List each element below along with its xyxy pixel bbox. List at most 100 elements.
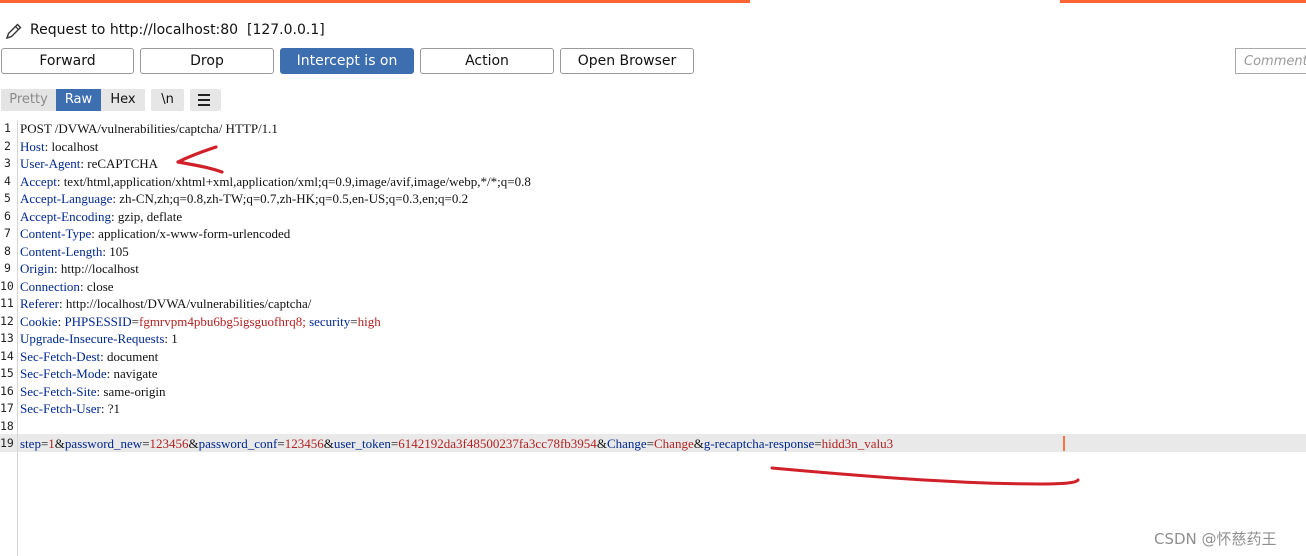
tab-raw[interactable]: Raw [56,89,101,111]
header-key: Origin [20,261,54,276]
tab-pretty[interactable]: Pretty [1,89,56,111]
action-button[interactable]: Action [420,48,554,74]
header-value: navigate [113,366,158,381]
cookie-name: security [309,313,351,329]
editor-menu-button[interactable] [190,89,221,111]
body-line: step=1&password_new=123456&password_conf… [20,436,894,451]
intercept-toggle-button[interactable]: Intercept is on [280,48,414,74]
header-key: Sec-Fetch-Mode [20,366,107,381]
header-value: text/html,application/xhtml+xml,applicat… [63,173,531,189]
text-caret [1063,436,1065,451]
request-title: Request to http://localhost:80 [127.0.0.… [30,22,325,38]
cookie-line: Cookie: PHPSESSID=fgmrvpm4pbu6bg5igsguof… [20,313,381,329]
param-name: g-recaptcha-response [703,436,815,451]
line-number: 2 [4,138,11,153]
line-number: 15 [0,366,14,380]
header-key: Upgrade-Insecure-Requests [20,331,165,346]
header-line: Sec-Fetch-Site: same-origin [20,383,166,399]
header-value: 105 [109,243,129,259]
header-line: Origin: http://localhost [20,261,139,276]
line-number: 11 [0,296,14,310]
header-line: Referer: http://localhost/DVWA/vulnerabi… [20,296,312,311]
param-name: password_conf [198,436,278,451]
line-number: 5 [4,191,11,205]
header-line: Sec-Fetch-Dest: document [20,348,159,364]
line-number: 13 [0,331,14,345]
header-line: Upgrade-Insecure-Requests: 1 [20,331,178,346]
header-value: gzip, deflate [117,208,183,224]
line-number: 9 [4,261,11,275]
header-key: Sec-Fetch-User [20,401,101,416]
comment-input[interactable] [1235,48,1306,74]
header-key: Content-Length [20,243,103,259]
forward-button[interactable]: Forward [1,48,134,74]
line-number: 7 [4,226,11,240]
param-value: Change [654,436,694,451]
line-number: 10 [0,278,14,293]
header-key: Sec-Fetch-Site [20,383,97,399]
header-key: Cookie [20,313,58,329]
cookie-value: high [357,313,381,329]
line-number: 14 [0,348,14,363]
header-value: 1 [171,331,178,346]
line-number: 1 [4,121,11,135]
line-number: 18 [0,418,14,433]
param-value: 123456 [149,436,189,451]
header-line: Accept-Encoding: gzip, deflate [20,208,183,224]
pencil-icon[interactable] [4,21,24,41]
header-line: Connection: close [20,278,114,294]
header-value: http://localhost [60,261,139,276]
line-number: 3 [4,156,11,170]
header-line: Sec-Fetch-Mode: navigate [20,366,158,381]
param-name: password_new [64,436,143,451]
header-line: Sec-Fetch-User: ?1 [20,401,121,416]
header-key: Host [20,138,45,154]
header-line: Accept: text/html,application/xhtml+xml,… [20,173,531,189]
request-title-bar: Request to http://localhost:80 [127.0.0.… [0,14,700,48]
param-name: Change [606,436,647,451]
param-name: step [20,436,41,451]
open-browser-button[interactable]: Open Browser [560,48,694,74]
watermark: CSDN @怀慈药王 [1154,530,1277,548]
tab-accent-line [0,0,1306,3]
view-mode-bar: Pretty Raw Hex \n [0,88,1306,112]
header-key: Sec-Fetch-Dest [20,348,101,364]
header-line: Content-Type: application/x-www-form-url… [20,226,291,241]
line-number: 19 [0,436,14,450]
header-value: ?1 [107,401,121,416]
header-key: Accept-Language [20,191,113,206]
header-line: Host: localhost [20,138,99,154]
header-key: Content-Type [20,226,92,241]
request-editor[interactable]: 1 2 3 4 5 6 7 8 9 10 11 12 13 14 15 16 1… [0,120,1306,556]
drop-button[interactable]: Drop [140,48,274,74]
header-value: localhost [51,138,99,154]
header-key: User-Agent [20,156,81,171]
header-value: same-origin [103,383,166,399]
header-key: Connection [20,278,80,294]
param-value: hidd3n_valu3 [821,436,894,451]
tab-hex[interactable]: Hex [101,89,145,111]
header-value: document [107,348,159,364]
header-line: Content-Length: 105 [20,243,129,259]
hamburger-icon [198,94,210,106]
param-name: user_token [333,436,391,451]
header-line: Accept-Language: zh-CN,zh;q=0.8,zh-TW;q=… [20,191,469,206]
header-value: reCAPTCHA [87,156,159,171]
line-number: 12 [0,313,14,328]
line-number: 4 [4,173,11,188]
header-value: http://localhost/DVWA/vulnerabilities/ca… [65,296,312,311]
request-line: POST /DVWA/vulnerabilities/captcha/ HTTP… [20,121,278,136]
param-value: 123456 [284,436,324,451]
header-value: close [86,278,114,294]
line-number: 17 [0,401,14,415]
line-number: 8 [4,243,11,258]
cookie-value: fgmrvpm4pbu6bg5igsguofhrq8 [138,313,303,329]
header-line: User-Agent: reCAPTCHA [20,156,159,171]
header-value: zh-CN,zh;q=0.8,zh-TW;q=0.7,zh-HK;q=0.5,e… [119,191,469,206]
newline-toggle-button[interactable]: \n [151,89,184,111]
cookie-name: PHPSESSID [64,313,132,329]
header-key: Referer [20,296,59,311]
header-key: Accept-Encoding [20,208,111,224]
line-number: 16 [0,383,14,398]
line-number: 6 [4,208,11,223]
